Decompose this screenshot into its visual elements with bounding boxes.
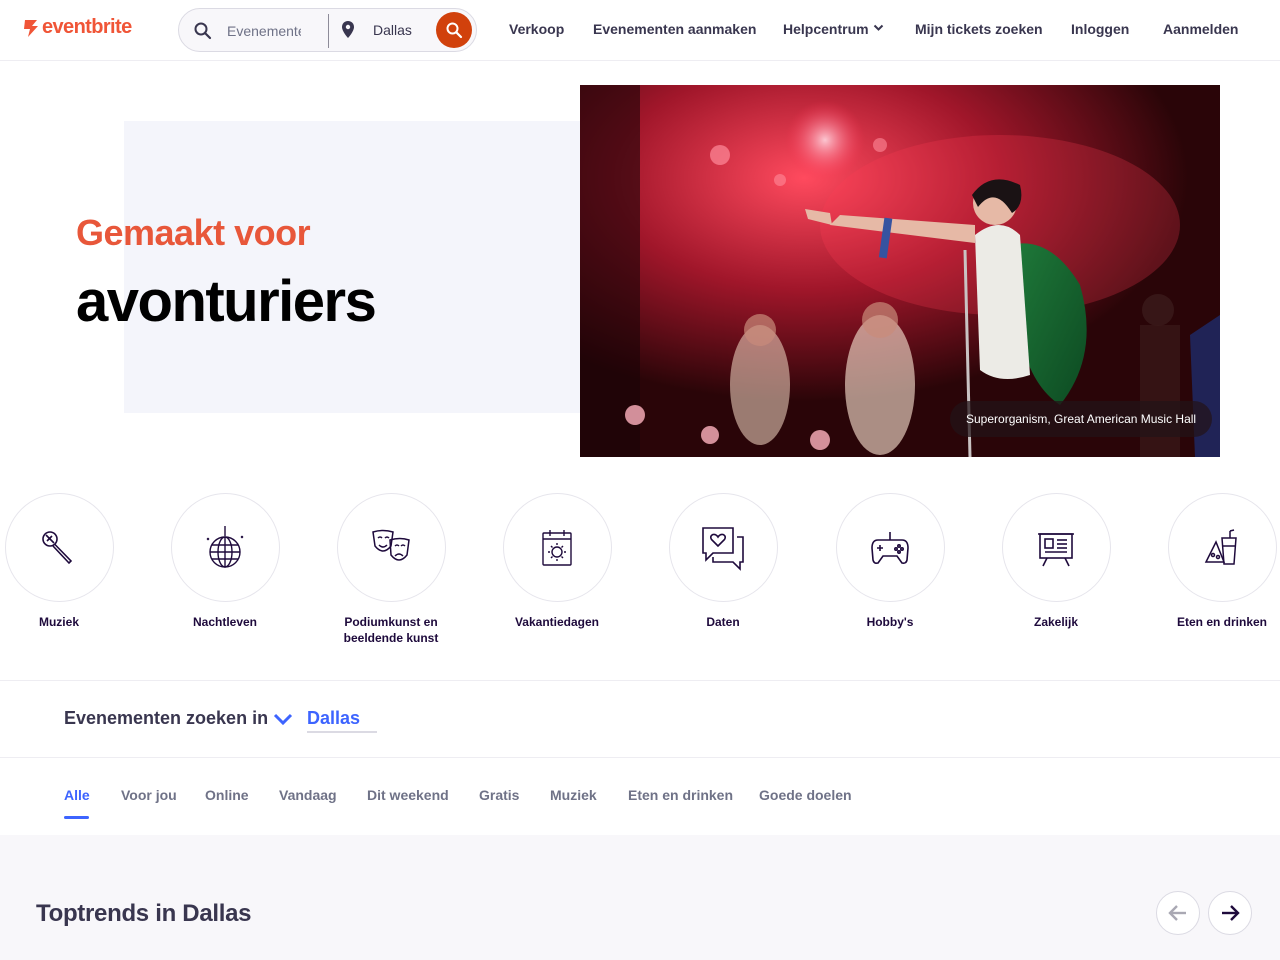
search-divider bbox=[328, 14, 329, 48]
category-circle[interactable] bbox=[668, 493, 778, 602]
hero-background-panel bbox=[124, 121, 582, 413]
category-label: Zakelijk bbox=[1033, 615, 1079, 629]
tab-for-you[interactable]: Voor jou bbox=[121, 787, 177, 803]
nav-login-link[interactable]: Inloggen bbox=[1071, 21, 1129, 37]
top-navigation-bar: eventbrite Dallas Verkoop Evenementen aa… bbox=[0, 0, 1280, 61]
category-holidays[interactable]: Vakantiedagen bbox=[487, 493, 627, 630]
category-circle[interactable] bbox=[835, 493, 945, 602]
tab-free[interactable]: Gratis bbox=[479, 787, 519, 803]
category-circle[interactable] bbox=[170, 493, 280, 602]
category-food-drink[interactable]: Eten en drinken bbox=[1152, 493, 1280, 630]
category-label: Nachtleven bbox=[192, 615, 258, 629]
category-music[interactable]: Muziek bbox=[0, 493, 129, 630]
category-hobbies[interactable]: Hobby's bbox=[820, 493, 960, 630]
category-circle[interactable] bbox=[1001, 493, 1111, 602]
nav-signup-link[interactable]: Aanmelden bbox=[1163, 21, 1238, 37]
gamepad-icon bbox=[871, 531, 909, 564]
tab-online[interactable]: Online bbox=[205, 787, 249, 803]
search-icon bbox=[194, 22, 212, 40]
theater-masks-icon bbox=[372, 529, 410, 561]
tab-today[interactable]: Vandaag bbox=[279, 787, 337, 803]
location-input[interactable]: Dallas bbox=[373, 22, 412, 38]
category-performing-visual-arts[interactable]: Podiumkunst en beeldende kunst bbox=[321, 493, 461, 646]
browse-location-select[interactable]: Dallas bbox=[307, 708, 377, 733]
chevron-down-icon[interactable] bbox=[873, 24, 884, 32]
presentation-board-icon bbox=[1038, 532, 1074, 566]
active-tab-indicator bbox=[64, 816, 89, 819]
browse-location-label: Evenementen zoeken in bbox=[64, 708, 269, 728]
section-divider bbox=[0, 757, 1280, 758]
category-label: Muziek bbox=[38, 615, 79, 629]
tab-all[interactable]: Alle bbox=[64, 787, 90, 803]
image-caption: Superorganism, Great American Music Hall bbox=[950, 401, 1213, 437]
location-pin-icon bbox=[342, 21, 354, 38]
hero-headline-top: Gemaakt voor bbox=[76, 212, 311, 253]
disco-ball-icon bbox=[206, 525, 244, 568]
nav-sell-link[interactable]: Verkoop bbox=[509, 21, 564, 37]
arrow-left-icon bbox=[1168, 905, 1186, 921]
category-circle[interactable] bbox=[4, 493, 114, 602]
chevron-down-icon[interactable] bbox=[272, 711, 294, 727]
tab-music[interactable]: Muziek bbox=[550, 787, 597, 803]
trending-section bbox=[0, 835, 1280, 960]
category-dating[interactable]: Daten bbox=[653, 493, 793, 630]
tab-this-weekend[interactable]: Dit weekend bbox=[367, 787, 449, 803]
logo-text: eventbrite bbox=[42, 16, 132, 38]
category-circle[interactable] bbox=[1167, 493, 1277, 602]
hero-concert-image[interactable]: Superorganism, Great American Music Hall bbox=[580, 85, 1220, 457]
eventbrite-logo-icon bbox=[24, 19, 38, 37]
tab-food-drink[interactable]: Eten en drinken bbox=[628, 787, 733, 803]
search-button[interactable] bbox=[436, 12, 472, 48]
category-label: Vakantiedagen bbox=[514, 615, 600, 629]
search-bar: Dallas bbox=[178, 8, 477, 52]
carousel-next-button[interactable] bbox=[1208, 891, 1252, 935]
eventbrite-logo[interactable]: eventbrite bbox=[22, 16, 132, 39]
section-divider bbox=[0, 680, 1280, 681]
search-input[interactable] bbox=[227, 21, 301, 41]
nav-create-events-link[interactable]: Evenementen aanmaken bbox=[593, 21, 756, 37]
category-nightlife[interactable]: Nachtleven bbox=[155, 493, 295, 630]
category-label: Eten en drinken bbox=[1176, 615, 1268, 629]
arrow-right-icon bbox=[1222, 905, 1240, 921]
category-label: Daten bbox=[706, 615, 740, 629]
microphone-icon bbox=[42, 530, 73, 564]
carousel-prev-button[interactable] bbox=[1156, 891, 1200, 935]
search-icon bbox=[446, 22, 463, 39]
food-drink-icon bbox=[1204, 528, 1237, 565]
nav-find-tickets-link[interactable]: Mijn tickets zoeken bbox=[915, 21, 1043, 37]
category-circle[interactable] bbox=[502, 493, 612, 602]
chat-heart-icon bbox=[702, 526, 744, 571]
tab-charity[interactable]: Goede doelen bbox=[759, 787, 852, 803]
category-circle[interactable] bbox=[336, 493, 446, 602]
hero-headline-main: avonturiers bbox=[76, 269, 377, 334]
category-business[interactable]: Zakelijk bbox=[986, 493, 1126, 630]
category-label: Podiumkunst en beeldende kunst bbox=[343, 615, 439, 645]
calendar-sun-icon bbox=[542, 529, 572, 566]
category-label: Hobby's bbox=[866, 615, 914, 629]
trending-title: Toptrends in Dallas bbox=[36, 900, 252, 927]
nav-help-center-dropdown[interactable]: Helpcentrum bbox=[783, 21, 869, 37]
